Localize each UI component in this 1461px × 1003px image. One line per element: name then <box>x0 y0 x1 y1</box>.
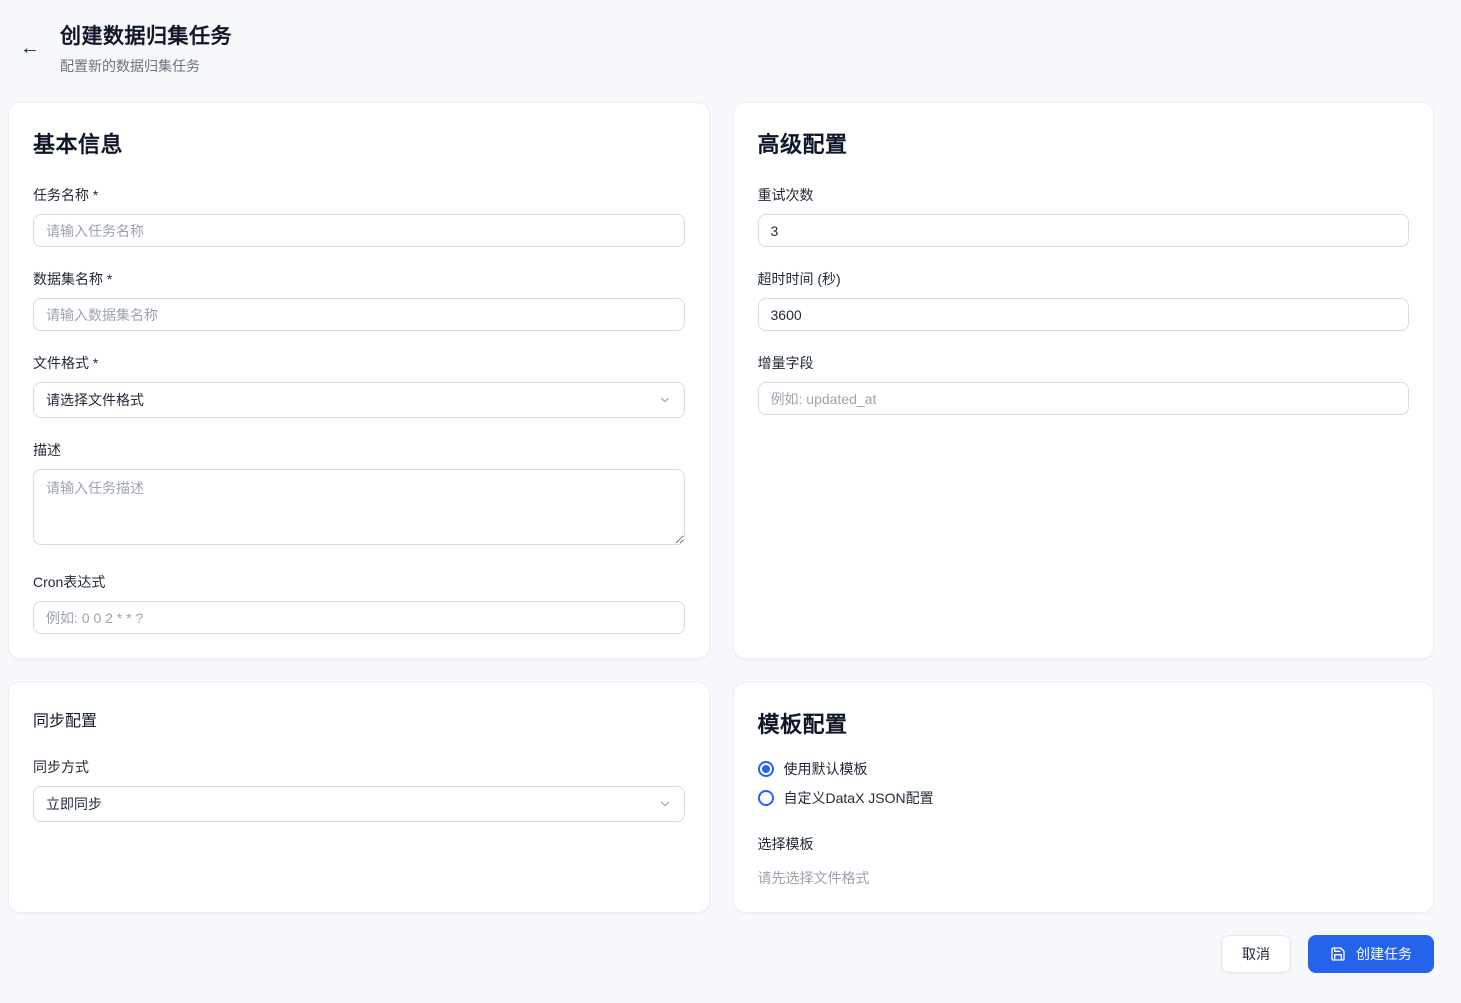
radio-option-custom-datax-json[interactable]: 自定义DataX JSON配置 <box>758 788 1410 808</box>
cron-input[interactable] <box>33 601 685 634</box>
cron-label: Cron表达式 <box>33 572 685 592</box>
sync-mode-select[interactable]: 立即同步 <box>33 786 685 822</box>
incremental-field-group: 增量字段 <box>758 353 1410 415</box>
incremental-field-label: 增量字段 <box>758 353 1410 373</box>
description-textarea[interactable] <box>33 469 685 545</box>
file-format-select[interactable]: 请选择文件格式 <box>33 382 685 418</box>
task-name-label: 任务名称 * <box>33 185 685 205</box>
dataset-name-field-group: 数据集名称 * <box>33 269 685 331</box>
description-field-group: 描述 <box>33 440 685 550</box>
file-format-label: 文件格式 * <box>33 353 685 373</box>
footer-actions: 取消 创建任务 <box>8 935 1434 973</box>
page-header: ← 创建数据归集任务 配置新的数据归集任务 <box>8 20 1434 76</box>
template-config-title: 模板配置 <box>758 707 1410 739</box>
create-task-button[interactable]: 创建任务 <box>1308 935 1434 973</box>
select-template-label: 选择模板 <box>758 834 1410 854</box>
sync-config-title: 同步配置 <box>33 707 685 731</box>
dataset-name-label: 数据集名称 * <box>33 269 685 289</box>
retry-count-input[interactable] <box>758 214 1410 247</box>
chevron-down-icon <box>658 393 672 407</box>
radio-option-default-template[interactable]: 使用默认模板 <box>758 759 1410 779</box>
task-name-input[interactable] <box>33 214 685 247</box>
advanced-config-title: 高级配置 <box>758 127 1410 159</box>
template-hint-text: 请先选择文件格式 <box>758 868 1410 888</box>
radio-icon[interactable] <box>758 761 774 777</box>
basic-info-title: 基本信息 <box>33 127 685 159</box>
template-config-card: 模板配置 使用默认模板 自定义DataX JSON配置 选择模板 请先选择文件格… <box>733 682 1435 913</box>
header-text: 创建数据归集任务 配置新的数据归集任务 <box>60 20 232 76</box>
radio-option-label: 自定义DataX JSON配置 <box>784 788 934 808</box>
template-radio-group: 使用默认模板 自定义DataX JSON配置 <box>758 759 1410 808</box>
file-format-selected-value: 请选择文件格式 <box>46 390 144 410</box>
sync-mode-selected-value: 立即同步 <box>46 794 102 814</box>
form-grid: 基本信息 任务名称 * 数据集名称 * 文件格式 * 请选择文件格式 <box>8 102 1434 913</box>
radio-icon[interactable] <box>758 790 774 806</box>
retry-count-field-group: 重试次数 <box>758 185 1410 247</box>
description-label: 描述 <box>33 440 685 460</box>
cancel-button[interactable]: 取消 <box>1221 935 1291 973</box>
timeout-input[interactable] <box>758 298 1410 331</box>
create-task-button-label: 创建任务 <box>1356 944 1412 964</box>
retry-count-label: 重试次数 <box>758 185 1410 205</box>
file-format-field-group: 文件格式 * 请选择文件格式 <box>33 353 685 418</box>
create-task-page: ← 创建数据归集任务 配置新的数据归集任务 基本信息 任务名称 * 数据集名称 … <box>0 0 1461 1003</box>
page-subtitle: 配置新的数据归集任务 <box>60 56 232 76</box>
incremental-field-input[interactable] <box>758 382 1410 415</box>
timeout-label: 超时时间 (秒) <box>758 269 1410 289</box>
cron-field-group: Cron表达式 <box>33 572 685 634</box>
sync-mode-field-group: 同步方式 立即同步 <box>33 757 685 822</box>
back-arrow-icon: ← <box>20 37 40 60</box>
page-title: 创建数据归集任务 <box>60 20 232 50</box>
sync-mode-label: 同步方式 <box>33 757 685 777</box>
task-name-field-group: 任务名称 * <box>33 185 685 247</box>
save-icon <box>1330 946 1346 962</box>
dataset-name-input[interactable] <box>33 298 685 331</box>
chevron-down-icon <box>658 797 672 811</box>
advanced-config-card: 高级配置 重试次数 超时时间 (秒) 增量字段 <box>733 102 1435 659</box>
sync-config-card: 同步配置 同步方式 立即同步 <box>8 682 710 913</box>
timeout-field-group: 超时时间 (秒) <box>758 269 1410 331</box>
radio-option-label: 使用默认模板 <box>784 759 868 779</box>
back-button[interactable]: ← <box>12 30 48 66</box>
basic-info-card: 基本信息 任务名称 * 数据集名称 * 文件格式 * 请选择文件格式 <box>8 102 710 659</box>
